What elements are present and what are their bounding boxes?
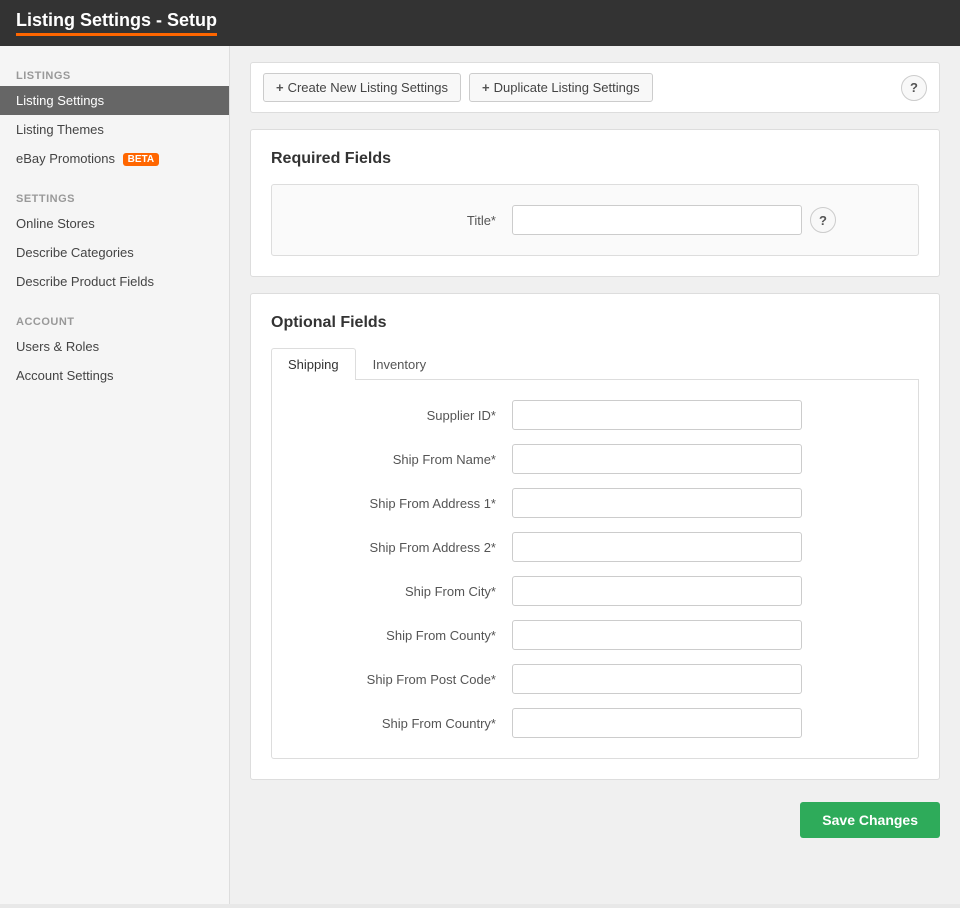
optional-fields-title: Optional Fields	[271, 314, 919, 332]
toolbar-help-button[interactable]: ?	[901, 75, 927, 101]
required-fields-title: Required Fields	[271, 150, 919, 168]
ship-from-address-2-input[interactable]	[512, 532, 802, 562]
sidebar-item-listing-settings[interactable]: Listing Settings	[0, 86, 229, 115]
supplier-id-label: Supplier ID*	[292, 408, 512, 423]
page-title: Listing Settings - Setup	[16, 10, 217, 31]
ship-from-name-label: Ship From Name*	[292, 452, 512, 467]
ship-from-country-row: Ship From Country*	[292, 708, 898, 738]
sidebar-section-listings: LISTINGS	[0, 62, 229, 86]
sidebar-item-online-stores[interactable]: Online Stores	[0, 209, 229, 238]
ship-from-city-row: Ship From City*	[292, 576, 898, 606]
ship-from-city-input[interactable]	[512, 576, 802, 606]
tab-content-shipping: Supplier ID* Ship From Name* Ship From A…	[271, 380, 919, 759]
ship-from-post-code-label: Ship From Post Code*	[292, 672, 512, 687]
sidebar-item-describe-product-fields[interactable]: Describe Product Fields	[0, 267, 229, 296]
ship-from-address-1-row: Ship From Address 1*	[292, 488, 898, 518]
create-new-listing-settings-button[interactable]: + Create New Listing Settings	[263, 73, 461, 102]
sidebar-item-users-roles[interactable]: Users & Roles	[0, 332, 229, 361]
title-field-row: Title* ?	[292, 205, 898, 235]
ship-from-post-code-input[interactable]	[512, 664, 802, 694]
ship-from-county-row: Ship From County*	[292, 620, 898, 650]
page-header: Listing Settings - Setup	[0, 0, 960, 46]
required-fields-container: Required Fields Title* ?	[250, 129, 940, 277]
page-title-block: Listing Settings - Setup	[16, 10, 217, 36]
title-input[interactable]	[512, 205, 802, 235]
tab-shipping[interactable]: Shipping	[271, 348, 356, 380]
beta-badge: BETA	[123, 153, 159, 166]
tabs-bar: Shipping Inventory	[271, 348, 919, 380]
main-layout: LISTINGS Listing Settings Listing Themes…	[0, 46, 960, 904]
ship-from-city-label: Ship From City*	[292, 584, 512, 599]
sidebar-item-listing-themes[interactable]: Listing Themes	[0, 115, 229, 144]
plus-icon: +	[276, 80, 284, 95]
required-fields-box: Title* ?	[271, 184, 919, 256]
ship-from-post-code-row: Ship From Post Code*	[292, 664, 898, 694]
optional-fields-container: Optional Fields Shipping Inventory Suppl…	[250, 293, 940, 780]
ship-from-name-row: Ship From Name*	[292, 444, 898, 474]
ship-from-county-input[interactable]	[512, 620, 802, 650]
title-underline	[16, 33, 217, 36]
ship-from-country-input[interactable]	[512, 708, 802, 738]
sidebar-item-describe-categories[interactable]: Describe Categories	[0, 238, 229, 267]
ship-from-address-2-label: Ship From Address 2*	[292, 540, 512, 555]
sidebar: LISTINGS Listing Settings Listing Themes…	[0, 46, 230, 904]
title-label: Title*	[292, 213, 512, 228]
duplicate-listing-settings-button[interactable]: + Duplicate Listing Settings	[469, 73, 653, 102]
sidebar-section-account: ACCOUNT	[0, 308, 229, 332]
sidebar-section-settings: SETTINGS	[0, 185, 229, 209]
tab-inventory[interactable]: Inventory	[356, 348, 443, 380]
supplier-id-row: Supplier ID*	[292, 400, 898, 430]
sidebar-item-ebay-promotions[interactable]: eBay Promotions BETA	[0, 144, 229, 173]
supplier-id-input[interactable]	[512, 400, 802, 430]
ship-from-name-input[interactable]	[512, 444, 802, 474]
content-area: + Create New Listing Settings + Duplicat…	[230, 46, 960, 904]
footer-actions: Save Changes	[250, 792, 940, 848]
sidebar-item-account-settings[interactable]: Account Settings	[0, 361, 229, 390]
toolbar: + Create New Listing Settings + Duplicat…	[250, 62, 940, 113]
title-help-button[interactable]: ?	[810, 207, 836, 233]
save-changes-button[interactable]: Save Changes	[800, 802, 940, 838]
ship-from-country-label: Ship From Country*	[292, 716, 512, 731]
ship-from-county-label: Ship From County*	[292, 628, 512, 643]
page-wrapper: Listing Settings - Setup LISTINGS Listin…	[0, 0, 960, 908]
ship-from-address-2-row: Ship From Address 2*	[292, 532, 898, 562]
ship-from-address-1-label: Ship From Address 1*	[292, 496, 512, 511]
ship-from-address-1-input[interactable]	[512, 488, 802, 518]
duplicate-icon: +	[482, 80, 490, 95]
